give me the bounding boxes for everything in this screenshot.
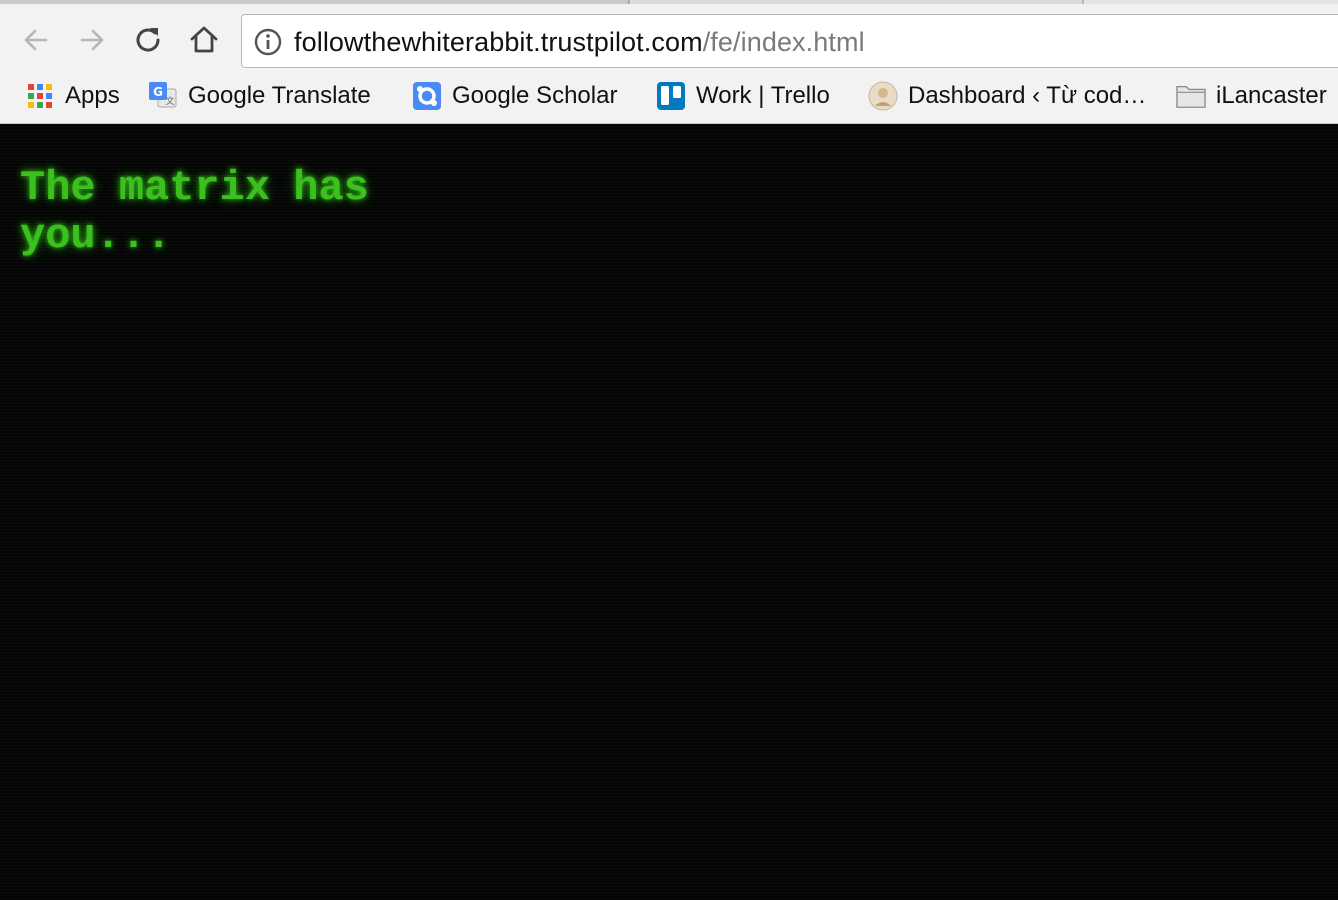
- bookmark-label: Dashboard ‹ Từ cod…: [908, 82, 1147, 109]
- bookmark-google-scholar[interactable]: Google Scholar: [412, 78, 617, 114]
- svg-text:文: 文: [165, 95, 174, 107]
- bookmark-ilancaster[interactable]: iLancaster: [1176, 78, 1327, 114]
- trello-icon: [656, 81, 686, 111]
- forward-button[interactable]: [72, 20, 112, 60]
- google-scholar-icon: [412, 81, 442, 111]
- bookmark-label: Google Scholar: [452, 82, 618, 109]
- bookmark-dashboard[interactable]: Dashboard ‹ Từ cod…: [868, 78, 1146, 114]
- info-icon[interactable]: [254, 28, 282, 56]
- bookmarks-bar: Apps G 文 Google Translate Google Scholar…: [0, 74, 1338, 120]
- url-path: /fe/index.html: [702, 27, 865, 57]
- svg-text:G: G: [153, 85, 163, 99]
- browser-toolbar: followthewhiterabbit.trustpilot.com/fe/i…: [0, 4, 1338, 72]
- bookmark-trello[interactable]: Work | Trello: [656, 78, 830, 114]
- bookmark-label: Work | Trello: [696, 82, 830, 109]
- arrow-right-icon: [80, 29, 104, 51]
- page-viewport: The matrix has you...: [0, 124, 1338, 900]
- matrix-message: The matrix has you...: [20, 164, 369, 260]
- reload-button[interactable]: [128, 20, 168, 60]
- address-bar[interactable]: followthewhiterabbit.trustpilot.com/fe/i…: [241, 14, 1338, 68]
- arrow-left-icon: [24, 29, 48, 51]
- bookmark-label: Apps: [65, 82, 120, 109]
- back-button[interactable]: [16, 20, 56, 60]
- browser-chrome: followthewhiterabbit.trustpilot.com/fe/i…: [0, 0, 1338, 124]
- google-translate-icon: G 文: [148, 81, 178, 111]
- bookmark-google-translate[interactable]: G 文 Google Translate: [148, 78, 371, 114]
- site-favicon-icon: [868, 81, 898, 111]
- url-host: followthewhiterabbit.trustpilot.com: [294, 27, 703, 57]
- home-icon: [190, 26, 218, 53]
- bookmark-apps[interactable]: Apps: [25, 78, 120, 114]
- folder-icon: [1176, 81, 1206, 111]
- bookmark-label: iLancaster: [1216, 82, 1327, 109]
- reload-icon: [136, 28, 160, 52]
- bookmark-label: Google Translate: [188, 82, 371, 109]
- apps-grid-icon: [25, 81, 55, 111]
- home-button[interactable]: [184, 20, 224, 60]
- url-text[interactable]: followthewhiterabbit.trustpilot.com/fe/i…: [294, 26, 865, 58]
